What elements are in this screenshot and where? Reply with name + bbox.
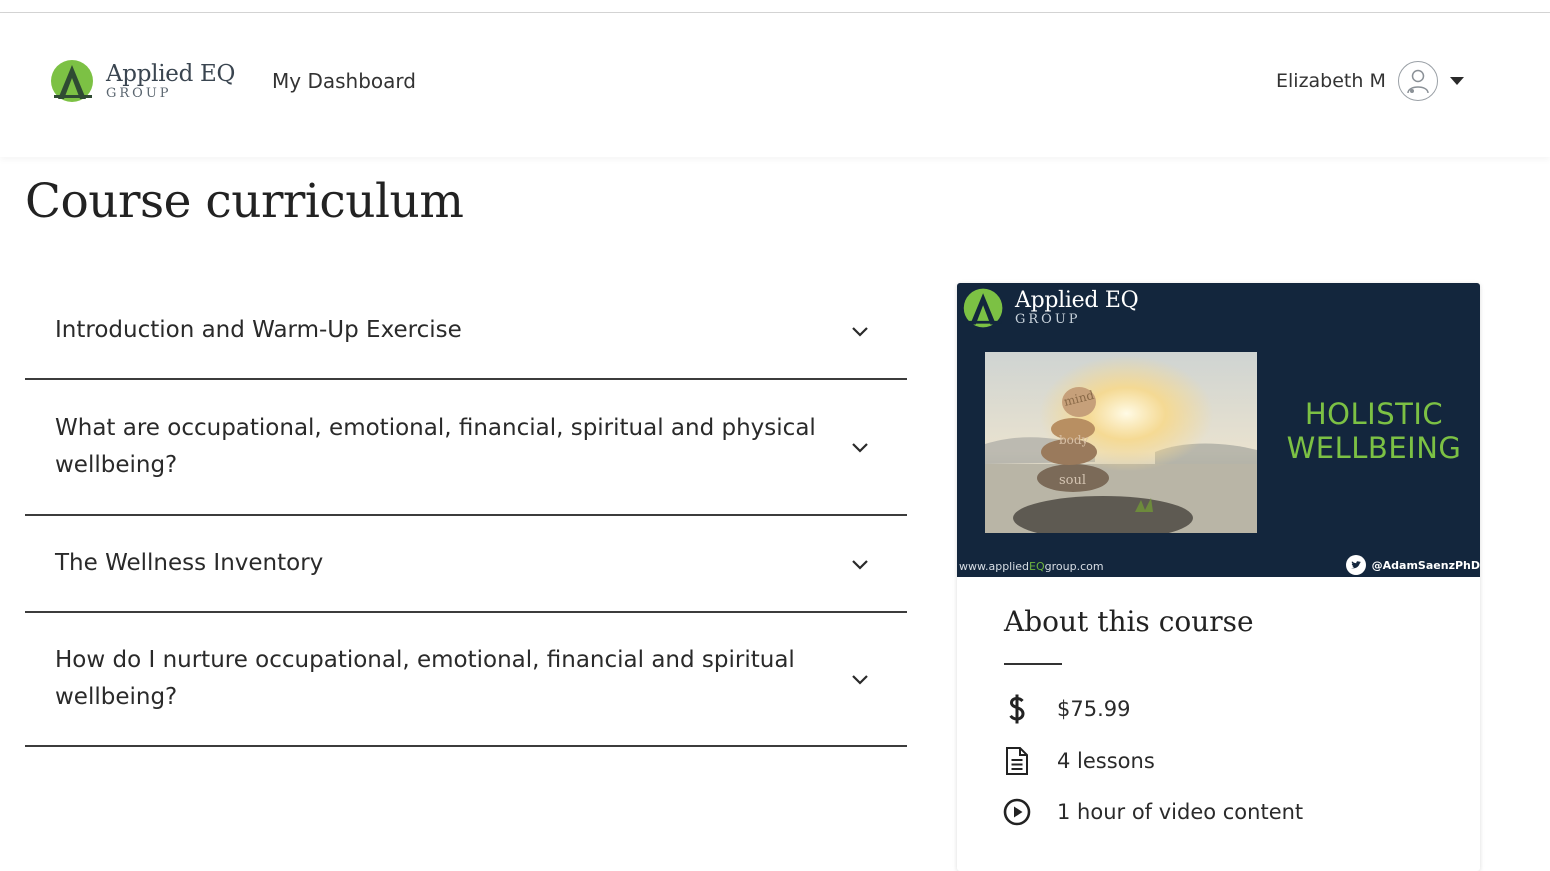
section-title: The Wellness Inventory	[55, 550, 324, 576]
chevron-down-icon	[852, 559, 868, 570]
caret-down-icon	[1449, 77, 1464, 85]
banner-twitter-handle: @AdamSaenzPhD	[1345, 555, 1480, 575]
twitter-icon	[1345, 555, 1366, 575]
section-title: Introduction and Warm-Up Exercise	[55, 317, 462, 343]
banner-headline-line1: HOLISTIC	[1304, 397, 1444, 431]
brand-logo[interactable]: Applied EQ GROUP	[48, 57, 238, 105]
browser-top-edge	[0, 0, 1550, 13]
banner-headline: HOLISTIC WELLBEING	[1279, 397, 1469, 465]
course-video: 1 hour of video content	[1002, 796, 1303, 828]
stacked-stones-image: mind body soul	[985, 352, 1257, 533]
user-menu[interactable]: Elizabeth M	[1276, 59, 1464, 103]
dollar-icon	[1002, 693, 1032, 725]
brand-group: GROUP	[106, 85, 172, 101]
course-banner: Applied EQ GROUP mind body soul HOLISTIC…	[957, 283, 1480, 577]
curriculum-section-2[interactable]: What are occupational, emotional, financ…	[25, 380, 907, 516]
banner-handle-text: @AdamSaenzPhD	[1371, 558, 1480, 572]
brand-name: Applied EQ	[106, 60, 236, 87]
course-price: $75.99	[1002, 693, 1130, 725]
chevron-down-icon	[852, 675, 868, 685]
banner-url: www.appliedEQgroup.com	[959, 560, 1104, 573]
user-avatar-icon	[1397, 61, 1438, 101]
course-lessons: 4 lessons	[1002, 745, 1155, 777]
about-divider	[1004, 663, 1062, 665]
about-course-title: About this course	[1004, 605, 1254, 638]
course-card: Applied EQ GROUP mind body soul HOLISTIC…	[957, 283, 1480, 871]
curriculum-section-4[interactable]: How do I nurture occupational, emotional…	[25, 613, 907, 747]
banner-logo: Applied EQ GROUP	[961, 287, 1139, 329]
applied-eq-logo-icon	[963, 288, 1003, 328]
banner-url-highlight: EQ	[1029, 560, 1045, 573]
section-title: What are occupational, emotional, financ…	[55, 415, 816, 478]
banner-url-prefix: www.applied	[959, 560, 1030, 573]
price-text: $75.99	[1057, 697, 1131, 721]
stone-word-body: body	[1059, 433, 1089, 447]
stone-word-soul: soul	[1059, 473, 1086, 488]
banner-brand-name: Applied EQ	[1015, 288, 1139, 313]
my-dashboard-link[interactable]: My Dashboard	[272, 69, 416, 93]
chevron-down-icon	[852, 326, 868, 337]
play-circle-icon	[1002, 796, 1032, 828]
curriculum-section-1[interactable]: Introduction and Warm-Up Exercise	[25, 283, 907, 380]
user-name: Elizabeth M	[1276, 70, 1386, 92]
banner-url-suffix: group.com	[1044, 560, 1104, 573]
curriculum-section-3[interactable]: The Wellness Inventory	[25, 516, 907, 613]
applied-eq-logo-icon	[51, 60, 93, 102]
document-icon	[1002, 745, 1032, 777]
site-header: Applied EQ GROUP My Dashboard Elizabeth …	[0, 13, 1550, 157]
section-title: How do I nurture occupational, emotional…	[55, 647, 795, 710]
page-title: Course curriculum	[25, 174, 464, 229]
video-text: 1 hour of video content	[1057, 800, 1304, 824]
lessons-text: 4 lessons	[1057, 749, 1155, 773]
chevron-down-icon	[852, 443, 868, 453]
curriculum-list: Introduction and Warm-Up Exercise What a…	[25, 283, 907, 747]
banner-brand-group: GROUP	[1015, 312, 1081, 327]
banner-headline-line2: WELLBEING	[1286, 431, 1462, 465]
